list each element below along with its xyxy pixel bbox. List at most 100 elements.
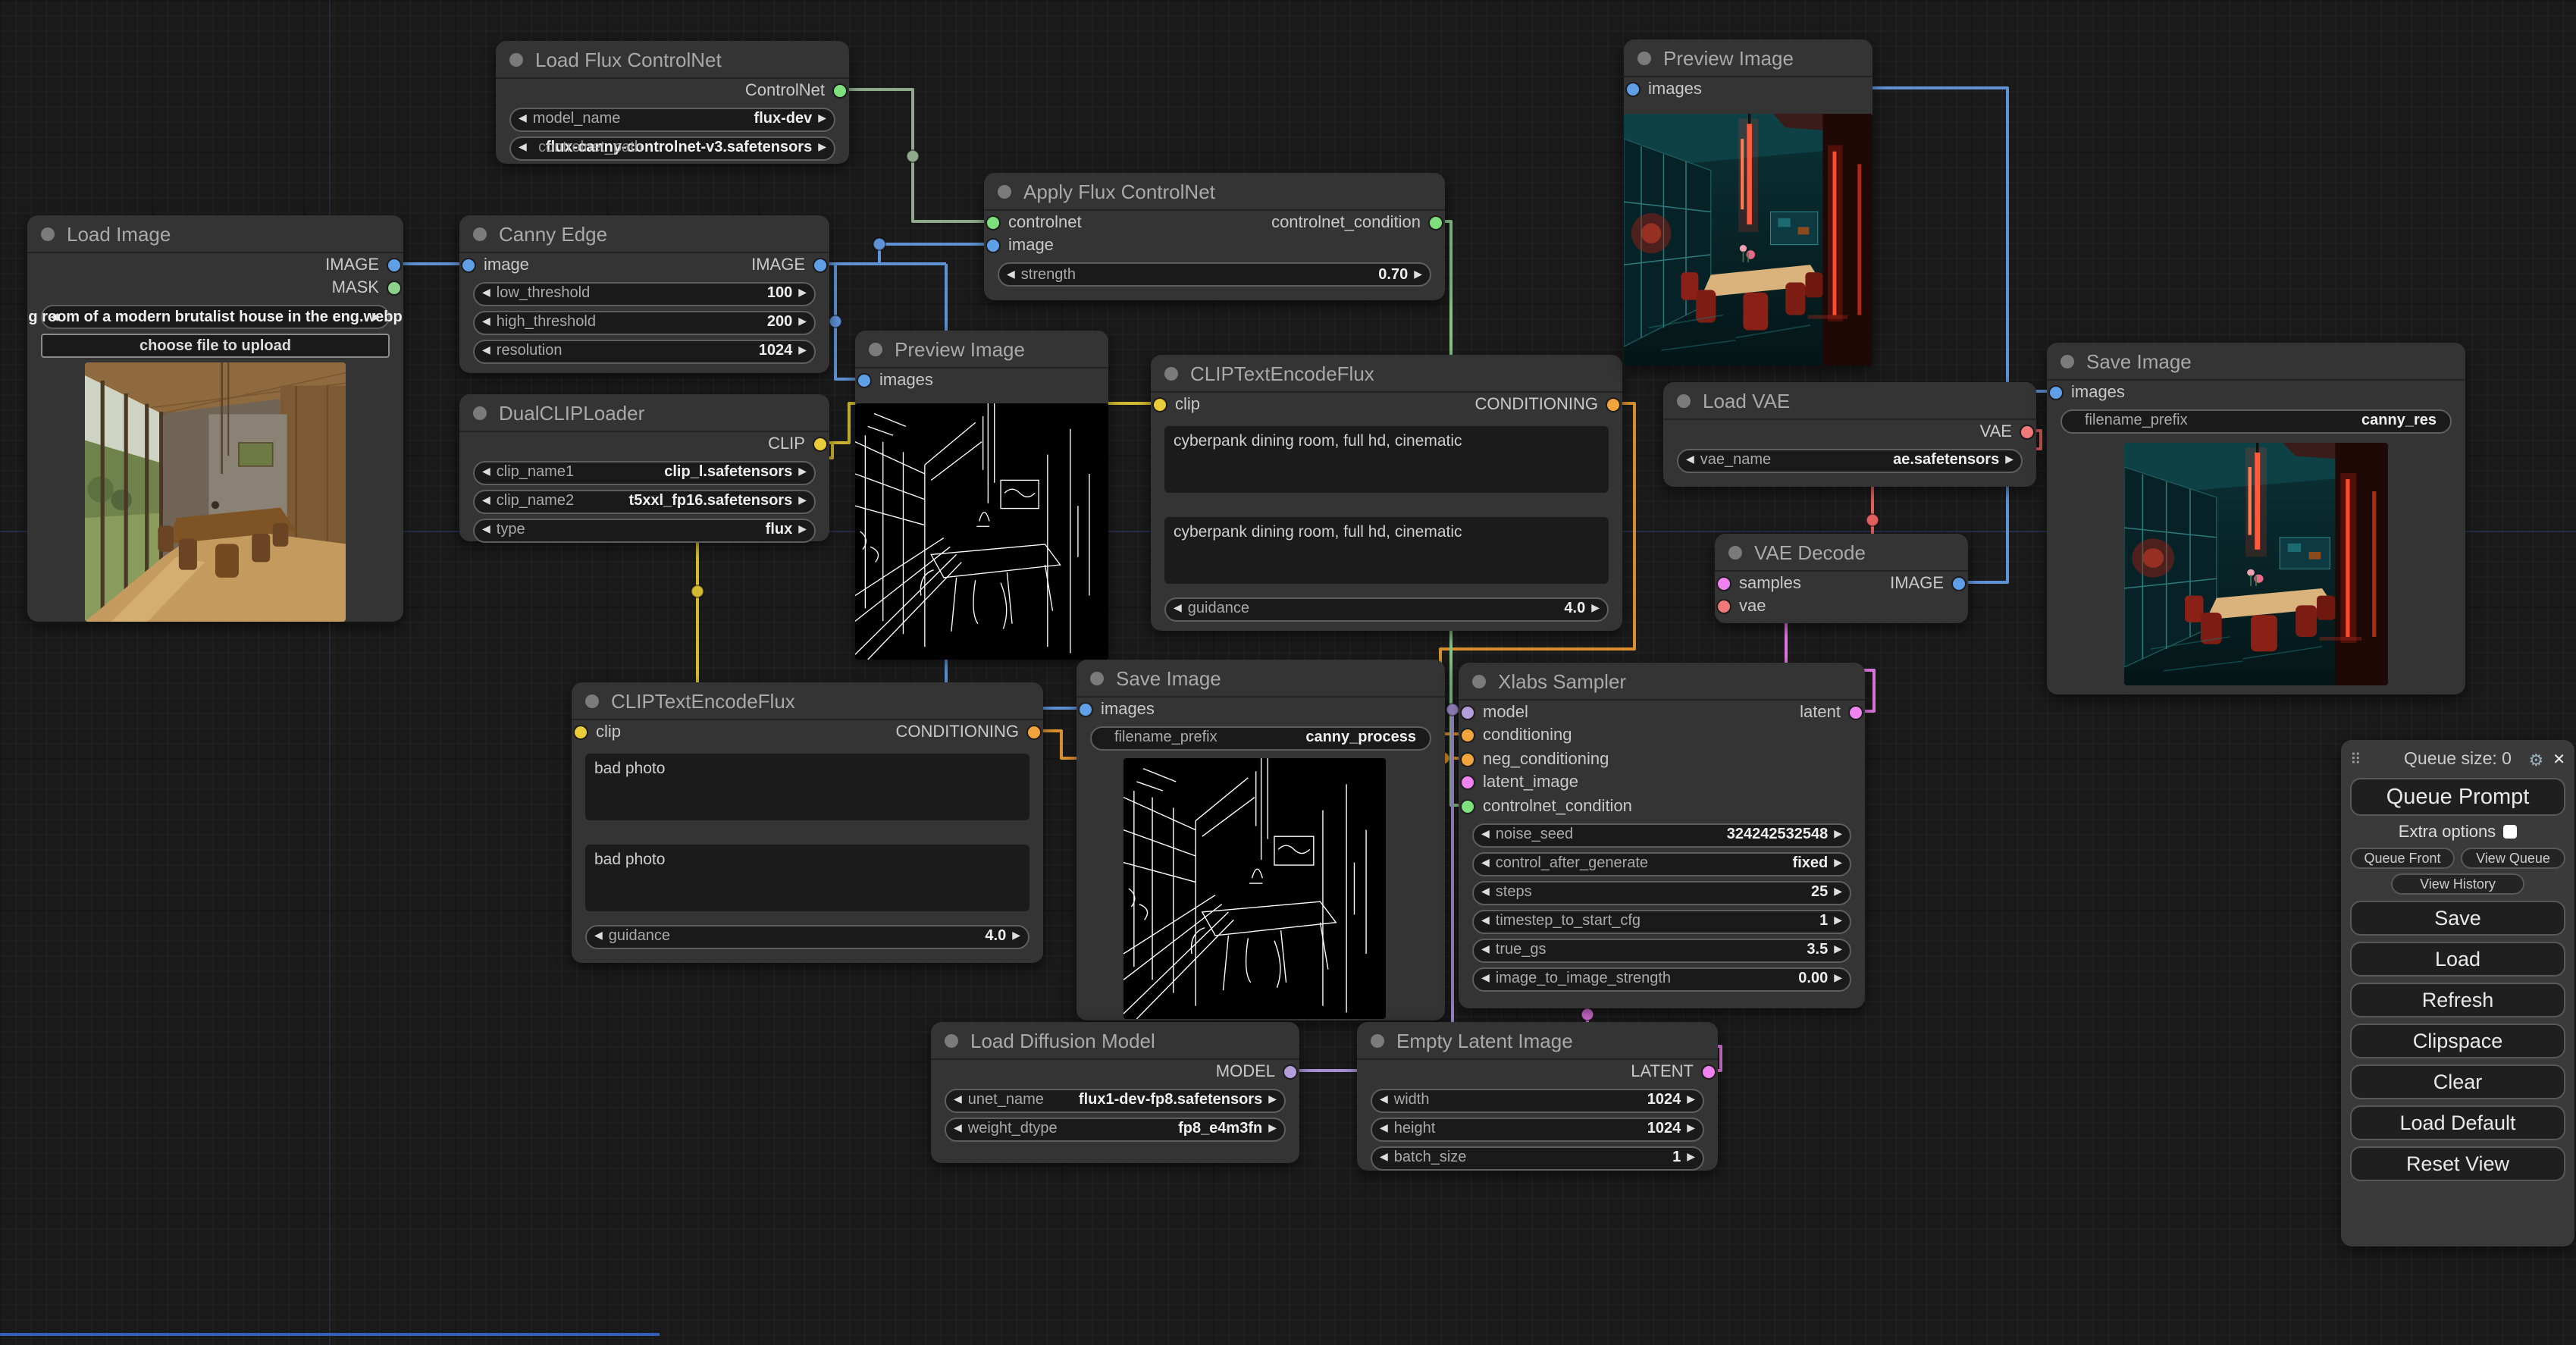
decrement-arrow-icon[interactable]: ◀ (482, 467, 490, 478)
decrement-arrow-icon[interactable]: ◀ (1481, 973, 1490, 984)
queue-prompt-button[interactable]: Queue Prompt (2350, 778, 2565, 816)
increment-arrow-icon[interactable]: ▶ (798, 288, 807, 299)
increment-arrow-icon[interactable]: ▶ (1687, 1124, 1695, 1134)
port-dot-icon[interactable] (987, 240, 999, 252)
widget-low_threshold[interactable]: ◀low_threshold100▶ (473, 281, 816, 306)
decrement-arrow-icon[interactable]: ◀ (482, 525, 490, 535)
load-button[interactable]: Load (2350, 942, 2565, 977)
increment-arrow-icon[interactable]: ▶ (1834, 973, 1842, 984)
decrement-arrow-icon[interactable]: ◀ (1481, 945, 1490, 955)
widget-true_gs[interactable]: ◀true_gs3.5▶ (1472, 938, 1851, 962)
node-preview-image-mid[interactable]: Preview Imageimages (855, 331, 1108, 658)
output-port-IMAGE[interactable]: IMAGE (751, 253, 826, 277)
decrement-arrow-icon[interactable]: ◀ (1380, 1124, 1388, 1134)
extra-options-checkbox[interactable] (2503, 825, 2517, 839)
refresh-button[interactable]: Refresh (2350, 983, 2565, 1017)
increment-arrow-icon[interactable]: ▶ (798, 467, 807, 478)
output-port-MODEL[interactable]: MODEL (1216, 1060, 1296, 1083)
port-dot-icon[interactable] (1080, 704, 1092, 716)
widget-clip_name1[interactable]: ◀clip_name1clip_l.safetensors▶ (473, 460, 816, 484)
node-load-vae[interactable]: Load VAEVAE◀vae_nameae.safetensors▶ (1663, 382, 2036, 487)
input-port-vae[interactable]: vae (1718, 595, 1766, 619)
increment-arrow-icon[interactable]: ▶ (1591, 604, 1600, 614)
prompt-textarea[interactable]: cyberpank dining room, full hd, cinemati… (1164, 425, 1609, 492)
collapse-dot[interactable] (41, 227, 55, 240)
widget-noise_seed[interactable]: ◀noise_seed324242532548▶ (1472, 823, 1851, 847)
increment-arrow-icon[interactable]: ▶ (1834, 887, 1842, 898)
port-dot-icon[interactable] (1462, 707, 1474, 719)
increment-arrow-icon[interactable]: ▶ (2005, 455, 2013, 466)
increment-arrow-icon[interactable]: ▶ (818, 143, 826, 153)
port-dot-icon[interactable] (858, 375, 870, 387)
output-port-CONDITIONING[interactable]: CONDITIONING (1474, 393, 1619, 416)
port-dot-icon[interactable] (814, 259, 826, 271)
clipspace-button[interactable]: Clipspace (2350, 1024, 2565, 1058)
increment-arrow-icon[interactable]: ▶ (1834, 829, 1842, 840)
decrement-arrow-icon[interactable]: ◀ (1481, 887, 1490, 898)
widget-filename_prefix[interactable]: filename_prefixcanny_process (1090, 726, 1431, 750)
widget-filename_prefix[interactable]: filename_prefixcanny_res (2060, 409, 2452, 433)
widget-guidance[interactable]: ◀guidance4.0▶ (1164, 597, 1609, 621)
port-dot-icon[interactable] (1462, 777, 1474, 789)
collapse-dot[interactable] (998, 184, 1011, 198)
port-dot-icon[interactable] (814, 438, 826, 450)
queue-front-button[interactable]: Queue Front (2350, 848, 2455, 869)
port-dot-icon[interactable] (1850, 707, 1862, 719)
increment-arrow-icon[interactable]: ▶ (798, 496, 807, 506)
port-dot-icon[interactable] (388, 259, 400, 271)
decrement-arrow-icon[interactable]: ◀ (594, 931, 603, 942)
next-file-arrow-icon[interactable]: ▶ (372, 312, 381, 322)
port-dot-icon[interactable] (1154, 399, 1166, 411)
port-dot-icon[interactable] (1284, 1066, 1296, 1078)
increment-arrow-icon[interactable]: ▶ (798, 525, 807, 535)
input-port-images[interactable]: images (858, 368, 933, 392)
collapse-dot[interactable] (945, 1033, 958, 1047)
widget-image_to_image_strength[interactable]: ◀image_to_image_strength0.00▶ (1472, 967, 1851, 991)
view-queue-button[interactable]: View Queue (2461, 848, 2565, 869)
save-button[interactable]: Save (2350, 901, 2565, 936)
increment-arrow-icon[interactable]: ▶ (1012, 931, 1020, 942)
port-dot-icon[interactable] (1430, 217, 1442, 229)
widget-steps[interactable]: ◀steps25▶ (1472, 880, 1851, 905)
prompt-textarea[interactable]: bad photo (585, 844, 1029, 911)
node-preview-image-right[interactable]: Preview Imageimages (1624, 39, 1872, 365)
output-port-IMAGE[interactable]: IMAGE (1890, 572, 1965, 595)
node-xlabs-sampler[interactable]: Xlabs Samplermodellatentconditioningneg_… (1459, 663, 1865, 1008)
node-load-diffusion-model[interactable]: Load Diffusion ModelMODEL◀unet_nameflux1… (931, 1022, 1299, 1163)
widget-timestep_to_start_cfg[interactable]: ◀timestep_to_start_cfg1▶ (1472, 909, 1851, 933)
collapse-dot[interactable] (1677, 393, 1691, 407)
port-dot-icon[interactable] (1462, 801, 1474, 813)
input-port-controlnet_condition[interactable]: controlnet_condition (1462, 795, 1632, 818)
output-port-IMAGE[interactable]: IMAGE (325, 253, 400, 277)
input-port-latent_image[interactable]: latent_image (1462, 771, 1578, 795)
increment-arrow-icon[interactable]: ▶ (798, 346, 807, 356)
close-icon[interactable]: ✕ (2552, 751, 2565, 768)
port-dot-icon[interactable] (834, 85, 846, 97)
decrement-arrow-icon[interactable]: ◀ (954, 1124, 962, 1134)
collapse-dot[interactable] (473, 227, 487, 240)
decrement-arrow-icon[interactable]: ◀ (482, 496, 490, 506)
clear-button[interactable]: Clear (2350, 1064, 2565, 1099)
increment-arrow-icon[interactable]: ▶ (1414, 269, 1422, 280)
decrement-arrow-icon[interactable]: ◀ (1481, 829, 1490, 840)
decrement-arrow-icon[interactable]: ◀ (1686, 455, 1694, 466)
decrement-arrow-icon[interactable]: ◀ (1380, 1152, 1388, 1163)
input-port-neg_conditioning[interactable]: neg_conditioning (1462, 748, 1609, 771)
widget-resolution[interactable]: ◀resolution1024▶ (473, 339, 816, 363)
prompt-textarea[interactable]: cyberpank dining room, full hd, cinemati… (1164, 516, 1609, 583)
input-port-clip[interactable]: clip (575, 720, 621, 744)
decrement-arrow-icon[interactable]: ◀ (519, 143, 527, 153)
reset-view-button[interactable]: Reset View (2350, 1146, 2565, 1181)
prompt-textarea[interactable]: bad photo (585, 753, 1029, 820)
node-graph-canvas[interactable]: Load Flux ControlNetControlNet◀model_nam… (0, 0, 2576, 1345)
decrement-arrow-icon[interactable]: ◀ (482, 288, 490, 299)
increment-arrow-icon[interactable]: ▶ (1834, 916, 1842, 926)
collapse-dot[interactable] (1090, 671, 1104, 685)
port-dot-icon[interactable] (1718, 578, 1730, 590)
node-clip-text-encode-top[interactable]: CLIPTextEncodeFluxclipCONDITIONINGcyberp… (1151, 355, 1622, 631)
output-port-LATENT[interactable]: LATENT (1631, 1060, 1715, 1083)
decrement-arrow-icon[interactable]: ◀ (482, 346, 490, 356)
collapse-dot[interactable] (1637, 51, 1651, 64)
widget-strength[interactable]: ◀strength0.70▶ (998, 262, 1431, 287)
port-dot-icon[interactable] (1607, 399, 1619, 411)
